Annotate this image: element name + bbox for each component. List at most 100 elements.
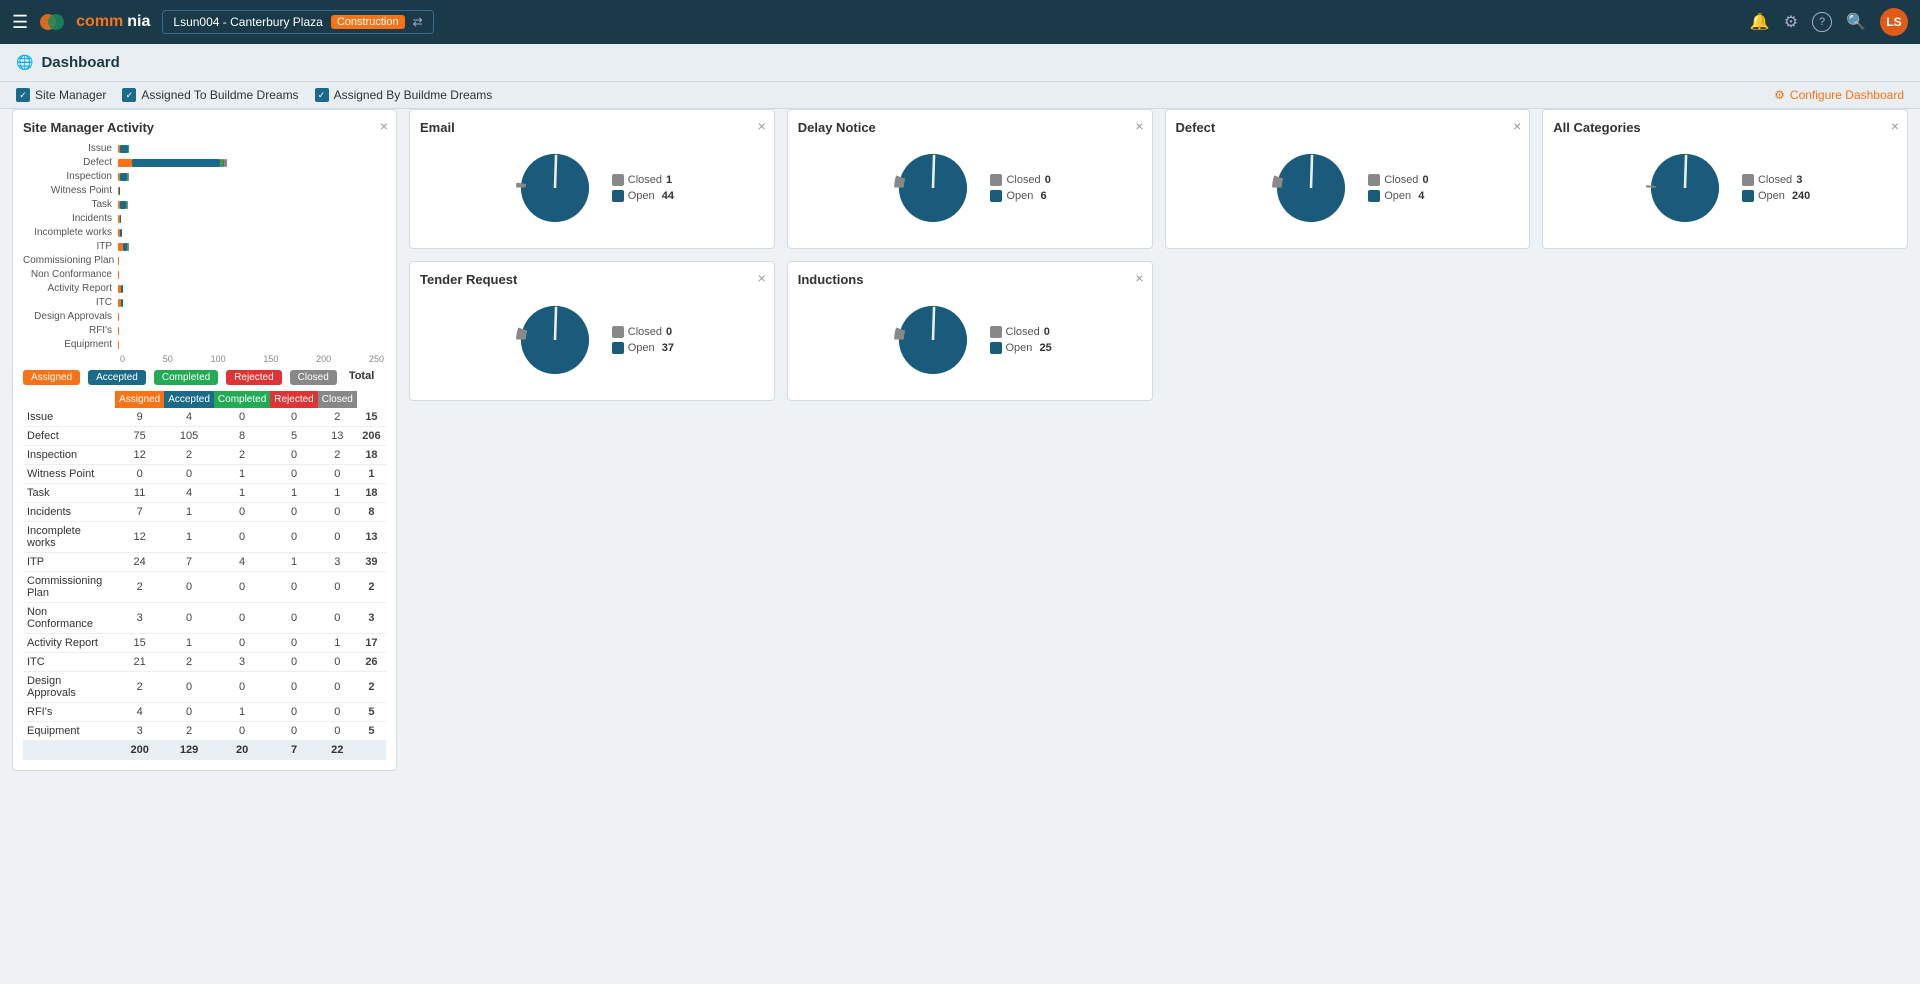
bar-assigned — [118, 341, 119, 349]
defect-panel-closed-item: Closed 0 — [1368, 174, 1428, 186]
gear-icon[interactable]: ⚙ — [1784, 12, 1798, 32]
td-accepted: 0 — [164, 603, 214, 634]
axis-200: 200 — [316, 354, 331, 364]
checkbox-site-manager[interactable]: ✓ — [16, 88, 30, 102]
tender-request-chart-svg — [510, 295, 600, 385]
axis-250: 250 — [369, 354, 384, 364]
email-panel-closed-val: 1 — [666, 174, 672, 186]
td-completed: 1 — [214, 484, 270, 503]
tfoot-label — [23, 741, 115, 760]
summary-table-render: Assigned Accepted Completed Rejected Clo… — [23, 391, 386, 760]
inductions-panel-legend: Closed 0 Open 25 — [990, 326, 1052, 354]
td-total: 5 — [357, 722, 386, 741]
td-closed: 13 — [318, 427, 357, 446]
all-categories-panel-closed-swatch — [1742, 174, 1754, 186]
filter-assigned-to-label: Assigned To Buildme Dreams — [141, 88, 298, 102]
th-category — [23, 391, 115, 408]
td-assigned: 15 — [115, 634, 164, 653]
bar-track — [118, 228, 386, 238]
filter-site-manager[interactable]: ✓ Site Manager — [16, 88, 106, 102]
td-label: Incomplete works — [23, 522, 115, 553]
td-assigned: 0 — [115, 465, 164, 484]
tender-request-panel-open-swatch — [612, 342, 624, 354]
delay-notice-panel: Delay Notice × Closed 0 — [787, 109, 1153, 249]
bar-row: Defect — [23, 157, 386, 168]
menu-icon[interactable]: ☰ — [12, 12, 28, 33]
bar-label: Non Conformance — [23, 269, 118, 280]
table-row: Incidents 7 1 0 0 0 8 — [23, 503, 386, 522]
delay-notice-panel-content: Closed 0 Open 6 — [798, 143, 1142, 233]
all-categories-panel-legend: Closed 3 Open 240 — [1742, 174, 1810, 202]
user-avatar[interactable]: LS — [1880, 8, 1908, 36]
inductions-panel-open-swatch — [990, 342, 1002, 354]
td-accepted: 7 — [164, 553, 214, 572]
bar-track — [118, 284, 386, 294]
checkbox-assigned-by[interactable]: ✓ — [315, 88, 329, 102]
email-panel: Email × Closed 1 — [409, 109, 775, 249]
sma-close[interactable]: × — [380, 118, 388, 134]
bar-label: Commissioning Plan — [23, 255, 118, 266]
help-icon[interactable]: ? — [1812, 12, 1832, 32]
email-panel-open-label: Open — [628, 190, 658, 202]
tender-request-panel-title: Tender Request — [420, 272, 764, 287]
top-donut-row: Email × Closed 1 — [409, 109, 1908, 249]
empty-cell-2 — [1542, 261, 1908, 401]
td-label: Activity Report — [23, 634, 115, 653]
filterbar: ✓ Site Manager ✓ Assigned To Buildme Dre… — [0, 82, 1920, 109]
td-total: 2 — [357, 572, 386, 603]
inductions-panel-closed-item: Closed 0 — [990, 326, 1052, 338]
bar-label: Issue — [23, 143, 118, 154]
td-label: Commissioning Plan — [23, 572, 115, 603]
inductions-panel-close[interactable]: × — [1135, 270, 1143, 286]
td-rejected: 0 — [270, 572, 317, 603]
td-assigned: 24 — [115, 553, 164, 572]
td-accepted: 0 — [164, 672, 214, 703]
tender-request-panel-close[interactable]: × — [758, 270, 766, 286]
inductions-panel-title: Inductions — [798, 272, 1142, 287]
table-row: Commissioning Plan 2 0 0 0 0 2 — [23, 572, 386, 603]
bar-label: Incidents — [23, 213, 118, 224]
project-selector[interactable]: Lsun004 - Canterbury Plaza Construction … — [162, 10, 433, 34]
td-rejected: 0 — [270, 703, 317, 722]
tender-request-panel-closed-label: Closed — [628, 326, 662, 338]
configure-dashboard-button[interactable]: ⚙ Configure Dashboard — [1774, 88, 1904, 102]
bar-track — [118, 326, 386, 336]
td-accepted: 0 — [164, 465, 214, 484]
filter-assigned-to[interactable]: ✓ Assigned To Buildme Dreams — [122, 88, 298, 102]
search-icon[interactable]: 🔍 — [1846, 12, 1866, 32]
td-closed: 0 — [318, 465, 357, 484]
bar-row: ITP — [23, 241, 386, 252]
bell-icon[interactable]: 🔔 — [1750, 12, 1770, 32]
legend-completed-2: Completed — [154, 370, 218, 385]
td-total: 13 — [357, 522, 386, 553]
all-categories-panel-close[interactable]: × — [1891, 118, 1899, 134]
bar-label: Inspection — [23, 171, 118, 182]
all-categories-panel-title: All Categories — [1553, 120, 1897, 135]
delay-notice-panel-closed-item: Closed 0 — [990, 174, 1050, 186]
swap-icon[interactable]: ⇄ — [413, 15, 423, 29]
table-row: Defect 75 105 8 5 13 206 — [23, 427, 386, 446]
tfoot-completed: 20 — [214, 741, 270, 760]
delay-notice-panel-open-label: Open — [1006, 190, 1036, 202]
logo: commnia — [40, 12, 150, 32]
td-total: 26 — [357, 653, 386, 672]
email-panel-close[interactable]: × — [758, 118, 766, 134]
td-closed: 1 — [318, 634, 357, 653]
bar-track — [118, 256, 386, 266]
td-assigned: 12 — [115, 446, 164, 465]
filter-assigned-by[interactable]: ✓ Assigned By Buildme Dreams — [315, 88, 493, 102]
td-rejected: 0 — [270, 603, 317, 634]
defect-panel-close[interactable]: × — [1513, 118, 1521, 134]
table-row: Incomplete works 12 1 0 0 0 13 — [23, 522, 386, 553]
bottom-donut-row: Tender Request × Closed 0 — [409, 261, 1908, 401]
defect-panel-open-swatch — [1368, 190, 1380, 202]
all-categories-panel-closed-label: Closed — [1758, 174, 1792, 186]
bar-track — [118, 312, 386, 322]
checkbox-assigned-to[interactable]: ✓ — [122, 88, 136, 102]
bar-track — [118, 242, 386, 252]
td-closed: 0 — [318, 722, 357, 741]
td-rejected: 0 — [270, 634, 317, 653]
defect-chart-svg — [1266, 143, 1356, 233]
sma-title: Site Manager Activity — [23, 120, 386, 135]
delay-notice-panel-close[interactable]: × — [1135, 118, 1143, 134]
